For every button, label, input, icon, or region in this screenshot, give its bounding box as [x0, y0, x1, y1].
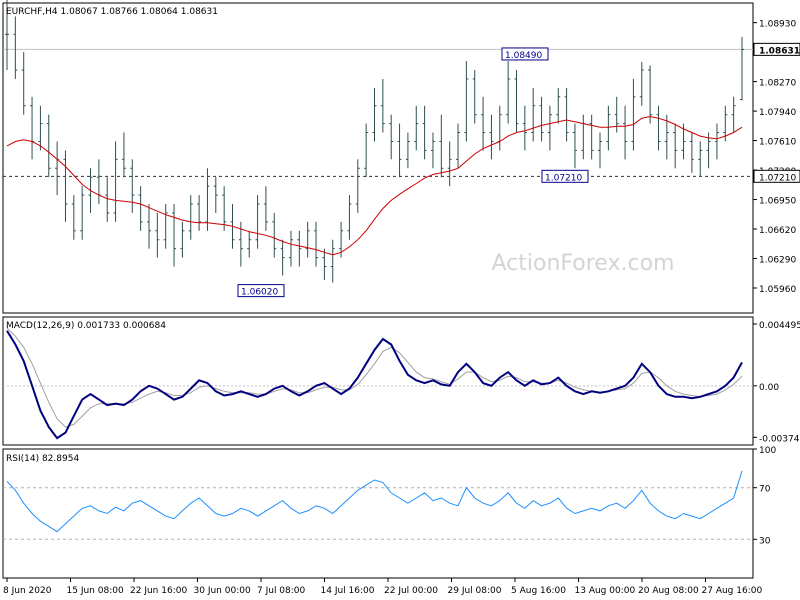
rsi-axis-tick-label: 100 [759, 446, 776, 456]
price-axis-tick-label: 1.07940 [759, 108, 796, 118]
rsi-panel-header: RSI(14) 82.8954 [6, 454, 79, 464]
time-axis-label: 15 Jun 08:00 [67, 586, 124, 596]
watermark: ActionForex.com [492, 251, 675, 276]
macd-axis-tick-label: -0.003743 [759, 434, 800, 444]
support-price-label: 1.07210 [759, 173, 796, 183]
time-axis-label: 22 Jul 00:00 [384, 586, 438, 596]
price-axis-tick-label: 1.06290 [759, 256, 796, 266]
macd-panel-header: MACD(12,26,9) 0.001733 0.000684 [6, 321, 166, 331]
time-axis-label: 27 Aug 16:00 [702, 586, 763, 596]
time-axis-label: 13 Aug 00:00 [575, 586, 636, 596]
price-axis-tick-label: 1.06620 [759, 226, 796, 236]
price-axis-tick-label: 1.05960 [759, 285, 796, 295]
panel-frame-rsi [2, 448, 754, 579]
macd-axis-tick-label: 0.00 [759, 383, 779, 393]
price-panel-header: EURCHF,H4 1.08067 1.08766 1.08064 1.0863… [6, 7, 218, 17]
time-axis-label: 5 Aug 16:00 [511, 586, 566, 596]
eurchf-h4-chart: ActionForex.com 1.08930 1.08270 1.07940 1.07… [2, 0, 800, 596]
current-price-label: 1.08631 [759, 46, 800, 56]
time-axis-label: 30 Jun 00:00 [194, 586, 251, 596]
price-axis-tick-label: 1.08930 [759, 20, 796, 30]
time-axis-label: 20 Aug 08:00 [638, 586, 699, 596]
rsi-axis-tick-label: 30 [759, 536, 771, 546]
price-axis-tick-label: 1.07610 [759, 138, 796, 148]
price-annotation-label: 1.06020 [241, 288, 278, 298]
panel-frame-macd [2, 316, 754, 446]
macd-axis-tick-label: 0.004495 [759, 321, 800, 331]
time-axis-label: 14 Jul 16:00 [321, 586, 375, 596]
price-axis-tick-label: 1.08270 [759, 79, 796, 89]
time-axis-label: 8 Jun 2020 [3, 586, 52, 596]
time-axis-label: 29 Jul 08:00 [448, 586, 502, 596]
time-axis-label: 7 Jul 08:00 [257, 586, 306, 596]
price-annotation-label: 1.07210 [545, 173, 582, 183]
rsi-axis-tick-label: 70 [759, 485, 771, 495]
price-axis-tick-label: 1.06950 [759, 197, 796, 207]
time-axis-label: 22 Jun 16:00 [130, 586, 187, 596]
price-annotation-label: 1.08490 [505, 51, 542, 61]
